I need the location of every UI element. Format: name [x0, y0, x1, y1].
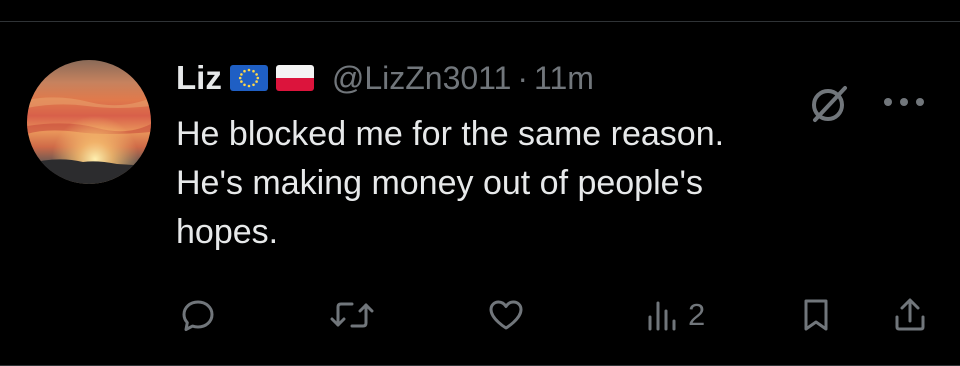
- avatar[interactable]: [27, 60, 151, 184]
- tweet-text: He blocked me for the same reason. He's …: [176, 115, 725, 251]
- retweet-icon: [330, 295, 374, 335]
- top-divider: [0, 0, 960, 22]
- author-name[interactable]: Liz: [176, 59, 222, 97]
- bookmark-icon: [798, 295, 834, 335]
- like-button[interactable]: [486, 290, 526, 340]
- like-icon: [486, 295, 526, 335]
- author-handle[interactable]: @LizZn3011: [332, 60, 512, 97]
- tweet[interactable]: Liz @LizZn3011 · 11m He blocked me for t…: [0, 22, 960, 365]
- reply-icon: [178, 295, 218, 335]
- views-button[interactable]: 2: [644, 290, 705, 340]
- views-count: 2: [688, 297, 706, 332]
- action-bar: 2: [0, 290, 960, 340]
- bookmark-button[interactable]: [798, 290, 834, 340]
- poland-flag-icon: [275, 65, 314, 91]
- views-icon: [644, 295, 680, 335]
- tweet-header: Liz @LizZn3011 · 11m: [176, 56, 594, 100]
- retweet-button[interactable]: [330, 290, 374, 340]
- eu-flag-icon: [229, 65, 268, 91]
- share-icon: [890, 295, 930, 335]
- timestamp[interactable]: 11m: [534, 60, 594, 97]
- share-button[interactable]: [890, 290, 930, 340]
- reply-button[interactable]: [178, 290, 218, 340]
- separator-dot: ·: [517, 59, 529, 96]
